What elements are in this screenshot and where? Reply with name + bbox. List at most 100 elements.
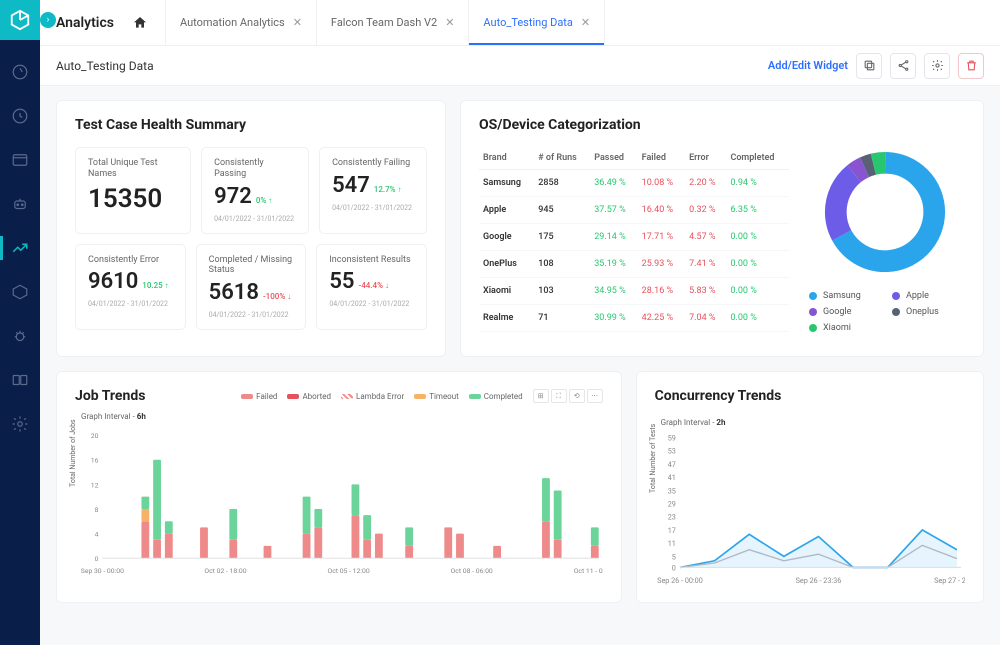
close-icon[interactable]: ✕ bbox=[445, 16, 454, 29]
svg-text:23: 23 bbox=[667, 513, 675, 522]
copy-button[interactable] bbox=[856, 53, 882, 79]
tab-label: Auto_Testing Data bbox=[483, 16, 573, 29]
card-concurrency-trends: Concurrency Trends Graph Interval - 2h T… bbox=[636, 371, 984, 603]
svg-text:Sep 30 - 00:00: Sep 30 - 00:00 bbox=[81, 567, 124, 575]
card-title: Job Trends bbox=[75, 388, 145, 404]
svg-text:Oct 05 - 12:00: Oct 05 - 12:00 bbox=[328, 567, 370, 575]
nav-item-package[interactable] bbox=[0, 278, 40, 306]
metric-total: Total Unique Test Names 15350 bbox=[75, 147, 191, 234]
card-title: OS/Device Categorization bbox=[479, 117, 965, 133]
nav-item-settings[interactable] bbox=[0, 410, 40, 438]
metric-label: Total Unique Test Names bbox=[88, 158, 178, 180]
concurrency-chart: Total Number of Tests 051117232935414753… bbox=[655, 431, 965, 586]
settings-button[interactable] bbox=[924, 53, 950, 79]
svg-text:Sep 26 - 23:36: Sep 26 - 23:36 bbox=[795, 576, 841, 585]
legend-item: Google bbox=[809, 307, 878, 317]
jobs-legend: FailedAbortedLambda ErrorTimeoutComplete… bbox=[241, 392, 522, 401]
add-edit-widget-button[interactable]: Add/Edit Widget bbox=[768, 59, 848, 72]
svg-text:47: 47 bbox=[667, 460, 675, 469]
legend-item: Xiaomi bbox=[809, 323, 878, 333]
table-row: Xiaomi10334.95 %28.16 %5.83 %0.00 % bbox=[479, 278, 789, 305]
tab[interactable]: Falcon Team Dash V2 ✕ bbox=[316, 0, 469, 45]
metric-value: 15350 bbox=[88, 184, 178, 214]
delete-button[interactable] bbox=[958, 53, 984, 79]
share-button[interactable] bbox=[890, 53, 916, 79]
legend-item: Oneplus bbox=[892, 307, 961, 317]
close-icon[interactable]: ✕ bbox=[293, 16, 302, 29]
metric-passing: Consistently Passing 9720% ↑ 04/01/2022 … bbox=[201, 147, 309, 234]
chart-more-button[interactable]: ⋯ bbox=[587, 389, 603, 403]
graph-interval: Graph Interval - 2h bbox=[661, 418, 965, 427]
table-row: Apple94537.57 %16.40 %0.32 %6.35 % bbox=[479, 197, 789, 224]
svg-text:4: 4 bbox=[95, 531, 99, 539]
svg-text:11: 11 bbox=[667, 539, 675, 548]
card-test-health: Test Case Health Summary Total Unique Te… bbox=[56, 100, 446, 357]
jobs-chart: Total Number of Jobs 048121620Sep 30 - 0… bbox=[75, 425, 603, 580]
card-job-trends: Job Trends FailedAbortedLambda ErrorTime… bbox=[56, 371, 622, 603]
svg-text:29: 29 bbox=[667, 500, 675, 509]
legend-item: Failed bbox=[241, 392, 277, 401]
svg-text:35: 35 bbox=[667, 486, 675, 495]
svg-text:5: 5 bbox=[671, 553, 675, 562]
logo[interactable] bbox=[0, 0, 40, 40]
close-icon[interactable]: ✕ bbox=[581, 16, 590, 29]
tab-label: Automation Analytics bbox=[180, 16, 285, 29]
os-table: Brand# of RunsPassedFailedErrorCompleted… bbox=[479, 147, 789, 333]
nav-items bbox=[0, 40, 40, 438]
svg-text:0: 0 bbox=[671, 564, 675, 573]
nav-item-dashboard[interactable] bbox=[0, 58, 40, 86]
legend-item: Aborted bbox=[287, 392, 331, 401]
content: Test Case Health Summary Total Unique Te… bbox=[40, 86, 1000, 645]
metric-completed: Completed / Missing Status 5618-100% ↓ 0… bbox=[196, 244, 307, 331]
metric-failing: Consistently Failing 54712.7% ↑ 04/01/20… bbox=[319, 147, 427, 234]
donut-legend: Samsung Apple Google Oneplus Xiaomi bbox=[805, 291, 965, 333]
home-icon[interactable] bbox=[132, 15, 148, 31]
svg-text:41: 41 bbox=[667, 473, 675, 482]
svg-text:17: 17 bbox=[667, 526, 675, 535]
table-row: Samsung285836.49 %10.08 %2.20 %0.94 % bbox=[479, 170, 789, 197]
legend-item: Apple bbox=[892, 291, 961, 301]
metric-error: Consistently Error 961010.25 ↑ 04/01/202… bbox=[75, 244, 186, 331]
card-os-device: OS/Device Categorization Brand# of RunsP… bbox=[460, 100, 984, 357]
tab-label: Falcon Team Dash V2 bbox=[331, 16, 437, 29]
nav-item-bug[interactable] bbox=[0, 322, 40, 350]
table-row: OnePlus10835.19 %25.93 %7.41 %0.00 % bbox=[479, 251, 789, 278]
svg-text:12: 12 bbox=[91, 481, 99, 489]
svg-text:Oct 08 - 06:00: Oct 08 - 06:00 bbox=[451, 567, 493, 575]
legend-item: Lambda Error bbox=[341, 392, 404, 401]
card-title: Test Case Health Summary bbox=[75, 117, 427, 133]
nav-item-analytics[interactable] bbox=[0, 234, 40, 262]
svg-text:Sep 26 - 00:00: Sep 26 - 00:00 bbox=[657, 576, 703, 585]
table-header: # of Runs bbox=[534, 147, 590, 170]
svg-text:8: 8 bbox=[95, 506, 99, 514]
nav-item-compare[interactable] bbox=[0, 366, 40, 394]
nav-item-history[interactable] bbox=[0, 102, 40, 130]
tab[interactable]: Auto_Testing Data ✕ bbox=[468, 0, 605, 45]
svg-text:16: 16 bbox=[91, 457, 99, 465]
tabs: Automation Analytics✕Falcon Team Dash V2… bbox=[166, 0, 605, 45]
page-title: Analytics bbox=[56, 15, 114, 31]
table-header: Brand bbox=[479, 147, 534, 170]
chart-zoom-button[interactable]: ⊞ bbox=[533, 389, 549, 403]
table-row: Google17529.14 %17.71 %4.57 %0.00 % bbox=[479, 224, 789, 251]
legend-item: Samsung bbox=[809, 291, 878, 301]
sidebar-collapse-button[interactable]: › bbox=[40, 12, 56, 28]
svg-text:Oct 11 - 00:00: Oct 11 - 00:00 bbox=[574, 567, 603, 575]
table-row: Realme7130.99 %42.25 %7.04 %0.00 % bbox=[479, 305, 789, 332]
header-actions: Add/Edit Widget bbox=[768, 53, 984, 79]
chart-reset-button[interactable]: ⟲ bbox=[569, 389, 585, 403]
nav-item-browser[interactable] bbox=[0, 146, 40, 174]
svg-text:20: 20 bbox=[91, 432, 99, 440]
sidebar: › bbox=[0, 0, 40, 645]
svg-text:Oct 02 - 18:00: Oct 02 - 18:00 bbox=[204, 567, 246, 575]
svg-text:0: 0 bbox=[95, 555, 99, 563]
donut-chart bbox=[820, 147, 950, 277]
breadcrumb: Auto_Testing Data bbox=[56, 59, 154, 73]
subheader: Auto_Testing Data Add/Edit Widget bbox=[40, 46, 1000, 86]
chart-fullscreen-button[interactable]: ⛶ bbox=[551, 389, 567, 403]
table-header: Error bbox=[685, 147, 726, 170]
nav-item-bot[interactable] bbox=[0, 190, 40, 218]
tab[interactable]: Automation Analytics ✕ bbox=[165, 0, 317, 45]
metric-inconsistent: Inconsistent Results 55-44.4% ↓ 04/01/20… bbox=[316, 244, 427, 331]
svg-text:59: 59 bbox=[667, 433, 675, 442]
